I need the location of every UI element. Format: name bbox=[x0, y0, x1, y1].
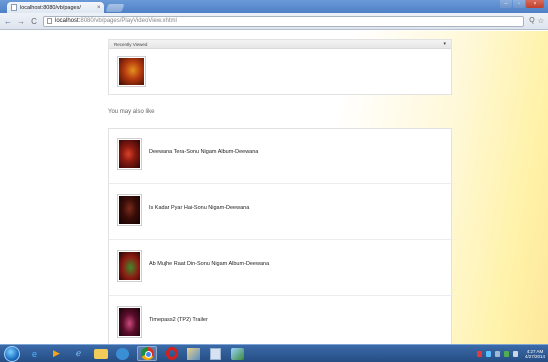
image-viewer-icon[interactable] bbox=[186, 347, 201, 361]
ie-icon[interactable]: e bbox=[27, 347, 42, 361]
video-title-link[interactable]: Deewana Tera-Sonu Nigam Album-Deewana bbox=[149, 149, 258, 155]
video-title-link[interactable]: Timepass2 (TP2) Trailer bbox=[149, 317, 208, 323]
taskbar-clock[interactable]: 4:27 AM 4/27/2014 bbox=[525, 349, 545, 359]
suggested-videos-list: Deewana Tera-Sonu Nigam Album-Deewana Is… bbox=[108, 128, 453, 344]
browser-tab[interactable]: localhost:8080/vb/pages/ × bbox=[7, 2, 104, 13]
browser-titlebar: localhost:8080/vb/pages/ × – ▫ × bbox=[0, 0, 548, 13]
video-thumbnail[interactable] bbox=[117, 138, 142, 170]
music-video-thumbnail-image bbox=[119, 196, 140, 224]
back-arrow-icon[interactable]: ← bbox=[4, 17, 12, 26]
system-tray: 4:27 AM 4/27/2014 bbox=[476, 345, 548, 362]
recently-viewed-title: Recently Viewed bbox=[114, 41, 148, 47]
minimize-icon[interactable]: – bbox=[500, 0, 512, 8]
browser-toolbar: ← → C localhost:8080/vb/pages/PlayVideoV… bbox=[0, 13, 548, 30]
page-favicon-icon bbox=[11, 4, 17, 11]
tray-network-icon[interactable] bbox=[485, 351, 491, 357]
reload-icon[interactable]: C bbox=[30, 17, 38, 26]
bookmark-star-icon[interactable]: ☆ bbox=[538, 17, 544, 25]
tab-title: localhost:8080/vb/pages/ bbox=[20, 4, 81, 11]
tray-alert-icon[interactable] bbox=[476, 351, 482, 357]
music-video-thumbnail-image bbox=[119, 58, 144, 85]
music-video-thumbnail-image bbox=[119, 308, 140, 336]
page-content: Recently Viewed ▾ You may also like Deew… bbox=[0, 31, 548, 344]
list-item[interactable]: Is Kadar Pyar Hai-Sonu Nigam-Deewana bbox=[109, 185, 453, 240]
opera-icon[interactable] bbox=[164, 347, 179, 361]
window-controls: – ▫ × bbox=[500, 0, 544, 8]
video-title-link[interactable]: Ab Mujhe Raat Din-Sonu Nigam Album-Deewa… bbox=[149, 261, 269, 267]
windows-taskbar: e ▶ ℯ 4:27 AM 4/27/2014 bbox=[0, 344, 548, 362]
video-thumbnail[interactable] bbox=[117, 194, 142, 226]
page-icon bbox=[47, 18, 52, 24]
app-pin-icon[interactable] bbox=[115, 347, 130, 361]
recently-viewed-panel: Recently Viewed ▾ bbox=[108, 39, 452, 95]
folder-icon[interactable] bbox=[93, 347, 108, 361]
music-video-thumbnail-image bbox=[119, 252, 140, 280]
recently-viewed-header[interactable]: Recently Viewed ▾ bbox=[109, 40, 451, 49]
list-item[interactable]: Ab Mujhe Raat Din-Sonu Nigam Album-Deewa… bbox=[109, 241, 453, 296]
paint-icon[interactable] bbox=[230, 347, 245, 361]
address-bar[interactable]: localhost:8080/vb/pages/PlayVideoView.xh… bbox=[43, 15, 525, 27]
tray-volume-icon[interactable] bbox=[512, 351, 518, 357]
chrome-icon[interactable] bbox=[137, 346, 157, 361]
tray-shield-icon[interactable] bbox=[503, 351, 509, 357]
video-thumbnail[interactable] bbox=[117, 250, 142, 282]
recent-video-thumbnail[interactable] bbox=[117, 56, 146, 87]
video-title-link[interactable]: Is Kadar Pyar Hai-Sonu Nigam-Deewana bbox=[149, 205, 249, 211]
video-thumbnail[interactable] bbox=[117, 306, 142, 338]
clock-date: 4/27/2014 bbox=[524, 354, 545, 359]
list-item[interactable]: Timepass2 (TP2) Trailer bbox=[109, 297, 453, 344]
forward-arrow-icon[interactable]: → bbox=[17, 17, 25, 26]
document-icon[interactable] bbox=[208, 347, 223, 361]
music-video-thumbnail-image bbox=[119, 140, 140, 168]
window-close-icon[interactable]: × bbox=[526, 0, 544, 8]
start-button-icon[interactable] bbox=[4, 345, 20, 362]
media-player-icon[interactable]: ▶ bbox=[49, 347, 64, 361]
maximize-icon[interactable]: ▫ bbox=[513, 0, 525, 8]
new-tab-button[interactable] bbox=[105, 4, 125, 12]
internet-explorer-icon[interactable]: ℯ bbox=[71, 347, 86, 361]
also-like-heading: You may also like bbox=[108, 109, 155, 115]
list-item[interactable]: Deewana Tera-Sonu Nigam Album-Deewana bbox=[109, 129, 453, 184]
tray-flag-icon[interactable] bbox=[494, 351, 500, 357]
collapse-caret-icon[interactable]: ▾ bbox=[443, 41, 446, 47]
tab-close-icon[interactable]: × bbox=[97, 5, 101, 11]
url-text: localhost:8080/vb/pages/PlayVideoView.xh… bbox=[55, 18, 177, 24]
toolbar-right-icons: Q ☆ bbox=[529, 17, 544, 25]
zoom-icon[interactable]: Q bbox=[529, 17, 534, 25]
